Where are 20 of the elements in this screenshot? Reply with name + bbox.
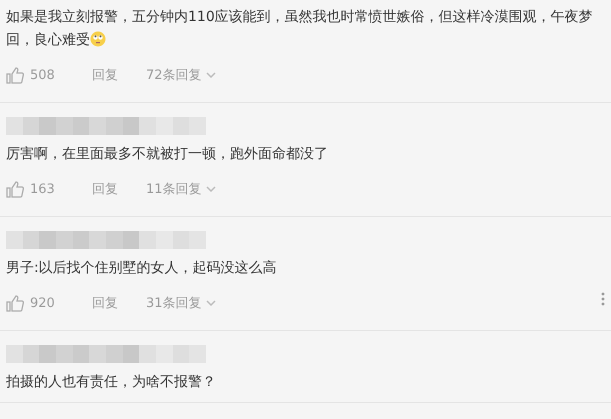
reply-link[interactable]: 回复 <box>92 66 146 84</box>
comment-text: 如果是我立刻报警，五分钟内110应该能到，虽然我也时常愤世嫉俗，但这样冷漠围观，午夜梦回，良心难受 <box>6 8 594 50</box>
comment-text: 男子:以后找个住别墅的女人，起码没这么高 <box>6 259 278 278</box>
comment-text: 拍摄的人也有责任，为啥不报警？ <box>6 373 217 392</box>
reply-link[interactable]: 回复 <box>92 180 146 198</box>
thumbs-up-icon[interactable] <box>6 66 24 84</box>
thumbs-up-icon[interactable] <box>6 180 24 198</box>
like-count: 163 <box>30 182 55 196</box>
comment-text: 厉害啊，在里面最多不就被打一顿，跑外面命都没了 <box>6 145 329 164</box>
replies-link[interactable]: 72条回复 <box>146 66 216 84</box>
like-count: 508 <box>30 68 55 82</box>
reply-link[interactable]: 回复 <box>92 294 146 312</box>
thumbs-up-icon[interactable] <box>6 294 24 312</box>
chevron-down-icon <box>206 300 216 306</box>
replies-link[interactable]: 11条回复 <box>146 180 216 198</box>
more-options-icon[interactable] <box>601 292 605 306</box>
replies-link[interactable]: 31条回复 <box>146 294 216 312</box>
chevron-down-icon <box>206 186 216 192</box>
chevron-down-icon <box>206 72 216 78</box>
like-count: 920 <box>30 296 55 310</box>
